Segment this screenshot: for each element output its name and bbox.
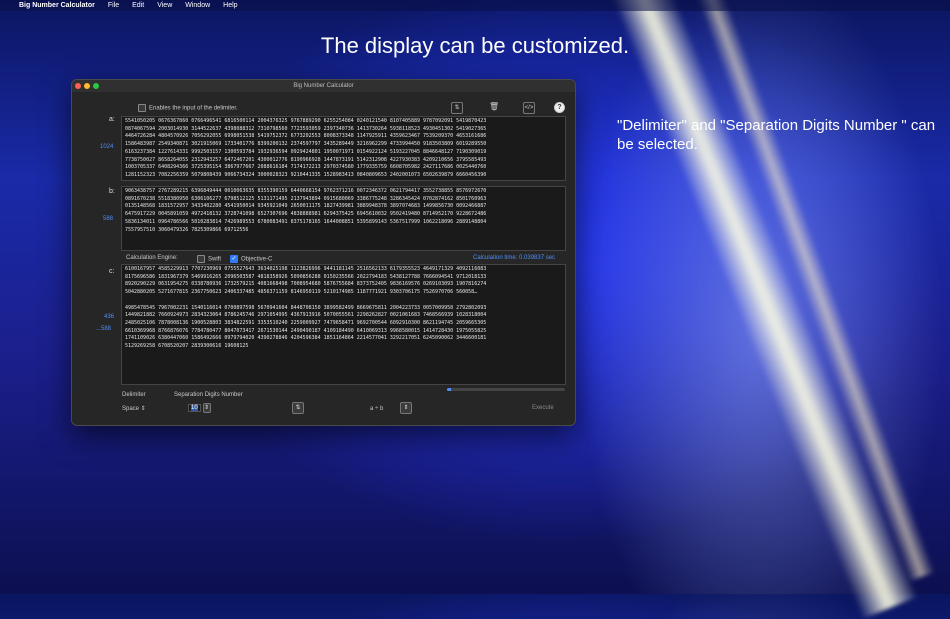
separation-stepper[interactable]: 10 ⇕ (188, 403, 211, 413)
swift-checkbox[interactable] (197, 255, 205, 263)
b-digit-count: 588 (103, 216, 114, 222)
menu-edit[interactable]: Edit (132, 2, 144, 9)
objc-label: Objective-C (241, 256, 273, 263)
b-label: b: (109, 188, 115, 195)
swift-label: Swift (208, 256, 222, 263)
stepper-arrows-icon[interactable]: ⇕ (202, 403, 211, 413)
separation-label: Separation Digits Number (174, 392, 243, 398)
menu-window[interactable]: Window (185, 2, 210, 9)
c-output[interactable]: 6100167957 4585229913 7707230969 0755527… (121, 264, 566, 385)
a-label: a: (109, 116, 115, 123)
zoom-button[interactable] (93, 83, 99, 89)
help-icon[interactable]: ? (554, 102, 565, 113)
close-button[interactable] (75, 83, 81, 89)
swap-arrows-icon[interactable]: ⇅ (292, 402, 304, 414)
app-window: Big Number Calculator Enables the input … (71, 79, 576, 426)
progress-fill (447, 388, 451, 391)
menu-file[interactable]: File (108, 2, 119, 9)
c-digit-count-secondary: ...588 (96, 326, 112, 332)
enable-delimiter-row[interactable]: Enables the input of the delimiter. (138, 104, 238, 112)
delimiter-value: Space (122, 406, 140, 412)
engine-label: Calculation Engine: (126, 255, 178, 261)
window-titlebar: Big Number Calculator (72, 80, 575, 92)
objc-option[interactable]: Objective-C (230, 255, 272, 263)
c-label: c: (109, 268, 115, 275)
separation-value: 10 (191, 405, 198, 411)
menu-view[interactable]: View (157, 2, 172, 9)
operation-select-icon[interactable]: ⇕ (400, 402, 412, 414)
minimize-button[interactable] (84, 83, 90, 89)
enable-delimiter-label: Enables the input of the delimiter. (149, 105, 238, 112)
enable-delimiter-checkbox[interactable] (138, 104, 146, 112)
objc-checkbox[interactable] (230, 255, 238, 263)
swap-icon[interactable]: ⇅ (451, 102, 463, 114)
delimiter-label: Delimiter (122, 392, 146, 398)
a-digit-count: 1024 (100, 144, 114, 150)
operation-label: a ÷ b (370, 406, 384, 412)
chevron-updown-icon: ⇕ (140, 406, 146, 412)
calculation-progress-bar (447, 388, 565, 391)
execute-button[interactable]: Execute (532, 405, 554, 411)
window-title: Big Number Calculator (293, 83, 354, 89)
swift-option[interactable]: Swift (197, 255, 221, 263)
promo-sidenote: "Delimiter" and "Separation Digits Numbe… (617, 117, 936, 153)
c-digit-count: 436 (104, 314, 115, 320)
code-icon[interactable]: </> (523, 102, 535, 114)
menu-app-name[interactable]: Big Number Calculator (19, 2, 95, 9)
separation-input[interactable]: 10 (188, 404, 201, 412)
menu-bar: Big Number Calculator File Edit View Win… (0, 0, 950, 11)
calculation-time: Calculation time: 0.039837 sec (473, 255, 556, 261)
delimiter-select[interactable]: Space ⇕ (122, 405, 146, 412)
menu-help[interactable]: Help (223, 2, 237, 9)
a-input[interactable]: 5541050205 0676367860 0766496541 6816500… (121, 116, 566, 181)
trash-icon[interactable]: 🗑 (489, 102, 499, 112)
b-input[interactable]: 9063438757 2767289215 6396849444 0010063… (121, 186, 566, 251)
promo-headline: The display can be customized. (320, 33, 630, 58)
